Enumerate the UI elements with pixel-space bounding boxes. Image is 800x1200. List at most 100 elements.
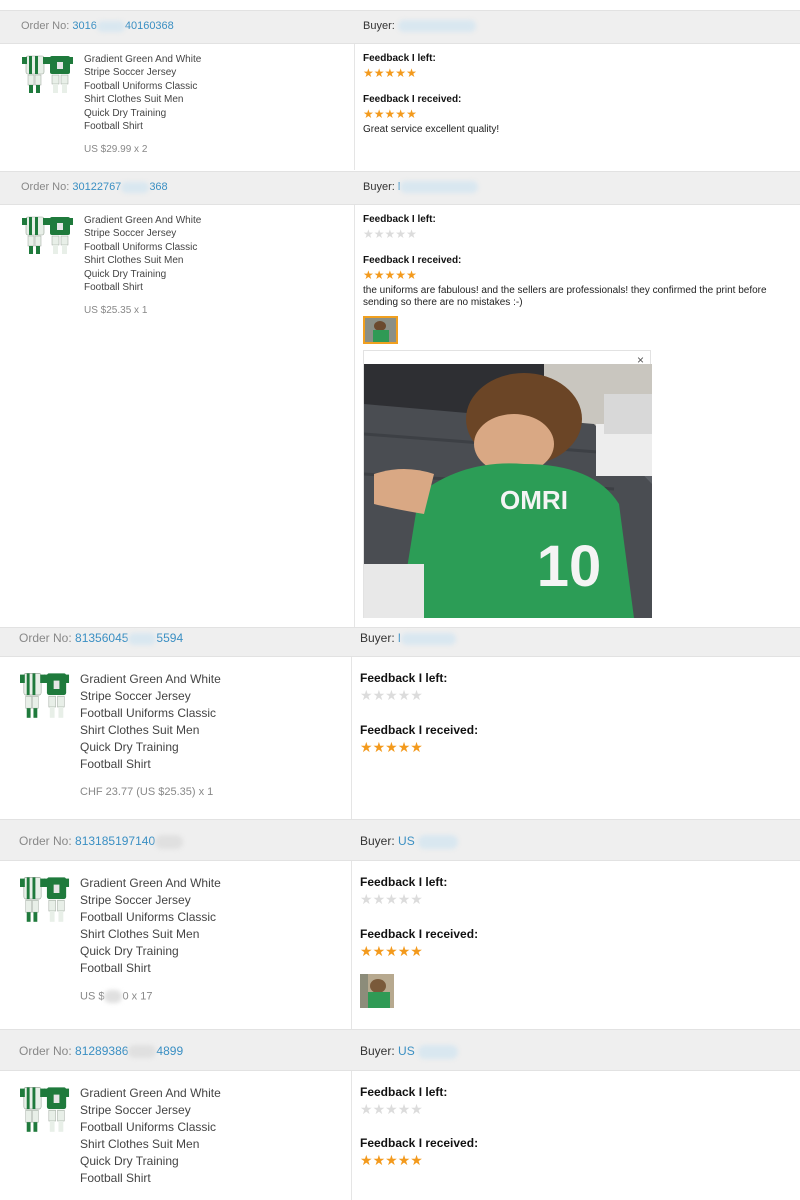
product-thumbnail[interactable] (20, 1085, 70, 1133)
buyer-label: Buyer: (363, 20, 395, 32)
feedback-comment: the uniforms are fabulous! and the selle… (363, 285, 767, 308)
product-thumbnail[interactable] (20, 671, 70, 719)
star-icon: ★ (410, 739, 423, 755)
star-icon: ★ (360, 1101, 373, 1117)
order-number-link[interactable]: 813185197140 (75, 834, 184, 849)
star-icon: ★ (395, 66, 407, 80)
product-title-line: Football Uniforms Classic (80, 910, 217, 924)
product-title-link[interactable]: Gradient Green And White Stripe Soccer Je… (80, 1085, 221, 1187)
feedback-received-label: Feedback I received: (360, 927, 479, 941)
star-icon: ★ (372, 1101, 386, 1117)
buyer-label: Buyer: (363, 181, 395, 193)
star-icon: ★ (385, 687, 398, 703)
order-number-label: Order No: (19, 834, 72, 848)
star-icon: ★ (385, 891, 398, 907)
order-body-3: Gradient Green And White Stripe Soccer Je… (0, 657, 800, 819)
buyer-label: Buyer: (360, 1044, 395, 1058)
product-thumbnail[interactable] (22, 54, 74, 94)
jersey-number-text: 10 (537, 534, 602, 599)
feedback-received-stars: ★★★★★ (360, 943, 423, 960)
jersey-white-icon (22, 55, 48, 93)
product-title-link[interactable]: Gradient Green And White Stripe Soccer Je… (80, 671, 221, 773)
star-icon: ★ (373, 107, 385, 121)
star-icon: ★ (406, 66, 417, 80)
product-title-link[interactable]: Gradient Green And White Stripe Soccer Je… (80, 875, 221, 977)
order-number-label: Order No: (19, 631, 72, 645)
jersey-white-icon (22, 216, 48, 254)
feedback-photo-thumbnail[interactable] (363, 316, 398, 344)
buyer-name-link[interactable]: US (398, 834, 459, 849)
star-icon: ★ (410, 943, 423, 959)
star-icon: ★ (395, 227, 407, 241)
star-icon: ★ (373, 227, 385, 241)
product-thumbnail[interactable] (22, 215, 74, 255)
feedback-left-label: Feedback I left: (360, 671, 448, 685)
order-number-label: Order No: (21, 181, 70, 193)
star-icon: ★ (385, 943, 398, 959)
order-number: Order No: 81356045 5594 (19, 631, 183, 645)
product-title-line: Quick Dry Training (80, 740, 179, 754)
star-icon: ★ (385, 739, 398, 755)
feedback-received-stars: ★★★★★ (360, 1152, 423, 1169)
order-number-link[interactable]: 30122767 368 (72, 181, 167, 193)
product-title-line: Stripe Soccer Jersey (80, 1103, 191, 1117)
feedback-left-stars: ★★★★★ (360, 891, 423, 908)
product-title-line: Football Uniforms Classic (84, 241, 198, 253)
product-title-line: Football Shirt (84, 121, 143, 133)
order-price: US $25.35 x 1 (84, 305, 148, 316)
star-icon: ★ (372, 739, 386, 755)
product-title-line: Football Uniforms Classic (80, 1120, 217, 1134)
star-icon: ★ (373, 268, 385, 282)
buyer-name-link[interactable]: l (398, 181, 479, 194)
star-icon: ★ (410, 1101, 423, 1117)
star-icon: ★ (385, 1152, 398, 1168)
feedback-left-label: Feedback I left: (363, 214, 436, 225)
feedback-received-stars: ★★★★★ (363, 268, 417, 282)
product-title-line: Gradient Green And White (80, 876, 221, 890)
order-number-link[interactable]: 3016 40160368 (72, 20, 173, 32)
jersey-white-icon (20, 1087, 45, 1132)
product-title-link[interactable]: Gradient Green And White Stripe Soccer Je… (84, 214, 201, 294)
feedback-received-label: Feedback I received: (360, 723, 479, 737)
star-icon: ★ (397, 687, 411, 703)
feedback-left-label: Feedback I left: (360, 875, 448, 889)
star-icon: ★ (360, 943, 373, 959)
product-title-line: Shirt Clothes Suit Men (84, 255, 184, 267)
feedback-left-stars: ★★★★★ (363, 66, 417, 80)
product-thumbnail[interactable] (20, 875, 70, 923)
product-title-line: Stripe Soccer Jersey (84, 228, 177, 240)
buyer-name-link[interactable] (397, 20, 476, 33)
product-title-line: Shirt Clothes Suit Men (80, 927, 200, 941)
order-number-link[interactable]: 81289386 4899 (75, 1044, 183, 1059)
product-title-line: Shirt Clothes Suit Men (84, 94, 184, 106)
buyer-name-link[interactable]: US (398, 1044, 459, 1059)
star-icon: ★ (384, 268, 396, 282)
star-icon: ★ (410, 891, 423, 907)
buyer-label: Buyer: (360, 834, 395, 848)
product-title-line: Shirt Clothes Suit Men (80, 723, 200, 737)
product-title-line: Stripe Soccer Jersey (84, 67, 177, 79)
star-icon: ★ (372, 891, 386, 907)
star-icon: ★ (384, 107, 396, 121)
order-number: Order No: 3016 40160368 (21, 20, 174, 32)
order-header-5: Order No: 81289386 4899 Buyer: US (0, 1029, 800, 1071)
order-number-link[interactable]: 81356045 5594 (75, 631, 183, 645)
product-title-line: Gradient Green And White (84, 215, 202, 226)
star-icon: ★ (373, 66, 385, 80)
order-price: CHF 23.77 (US $25.35) x 1 (80, 786, 214, 798)
feedback-left-label: Feedback I left: (360, 1085, 448, 1099)
buyer: Buyer: (363, 20, 476, 33)
product-title-line: Quick Dry Training (80, 944, 179, 958)
jersey-green-icon (44, 877, 70, 922)
feedback-left-stars: ★★★★★ (360, 687, 423, 704)
product-title-line: Football Shirt (80, 1171, 151, 1185)
buyer-name-link[interactable]: l (398, 631, 456, 645)
buyer: Buyer: US (360, 1044, 459, 1059)
jersey-green-icon (47, 56, 73, 93)
product-title-link[interactable]: Gradient Green And White Stripe Soccer Je… (84, 53, 201, 133)
star-icon: ★ (360, 891, 373, 907)
feedback-photo-thumbnail[interactable] (360, 974, 394, 1008)
product-title-line: Football Shirt (84, 282, 143, 294)
product-title-line: Stripe Soccer Jersey (80, 689, 191, 703)
jersey-green-icon (47, 217, 73, 254)
